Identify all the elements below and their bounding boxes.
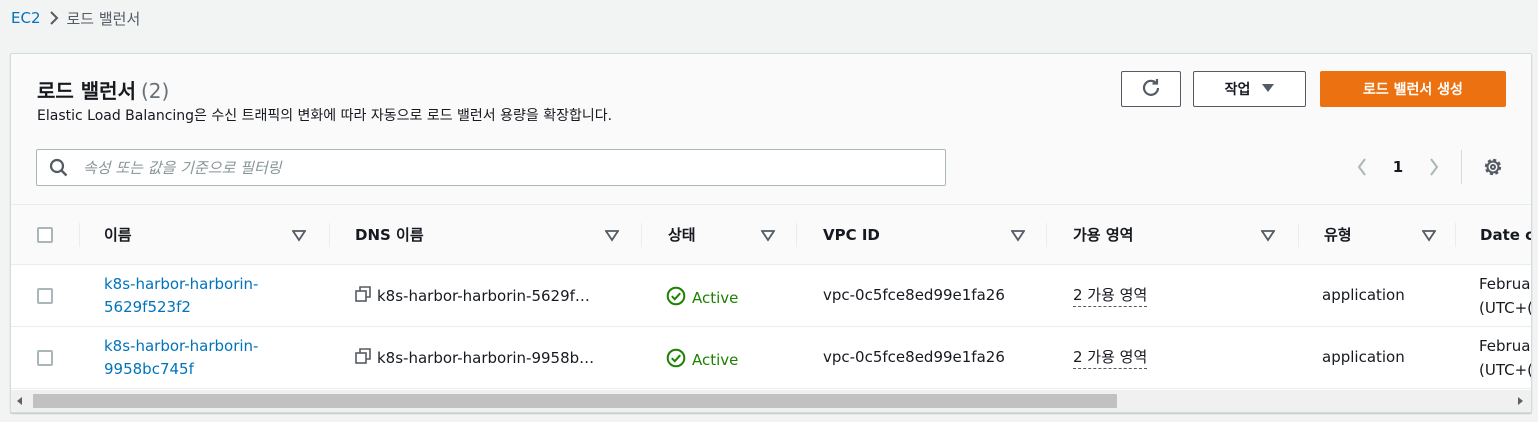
- vpc-id-cell: vpc-0c5fce8ed99e1fa26: [823, 286, 1005, 304]
- column-header-availability-zones[interactable]: 가용 영역: [1073, 205, 1298, 264]
- name-line: k8s-harbor-harborin-: [104, 337, 259, 355]
- refresh-button[interactable]: [1121, 71, 1181, 107]
- search-icon: [49, 157, 71, 179]
- title-text: 로드 밸런서: [37, 79, 136, 103]
- date-line: Februa: [1479, 275, 1531, 293]
- load-balancer-name-link[interactable]: k8s-harbor-harborin- 5629f523f2: [104, 273, 258, 319]
- select-all-checkbox[interactable]: [37, 227, 53, 243]
- load-balancer-name-link[interactable]: k8s-harbor-harborin- 9958bc745f: [104, 335, 258, 381]
- chevron-right-icon[interactable]: [1423, 154, 1445, 180]
- chevron-left-icon[interactable]: [1351, 154, 1373, 180]
- column-divider: [796, 223, 797, 247]
- status-text: Active: [692, 351, 739, 369]
- name-line: 5629f523f2: [104, 298, 191, 316]
- column-divider: [79, 223, 80, 247]
- sort-caret-icon: [604, 228, 620, 246]
- date-line: (UTC+(: [1479, 299, 1532, 317]
- column-divider: [329, 223, 330, 247]
- column-label: 상태: [668, 226, 696, 244]
- filter-search-box[interactable]: [36, 149, 946, 186]
- sort-caret-icon: [1010, 228, 1026, 246]
- page-title: 로드 밸런서 (2): [37, 75, 169, 104]
- breadcrumb-ec2-link[interactable]: EC2: [11, 9, 41, 27]
- name-line: 9958bc745f: [104, 360, 194, 378]
- table-header: 이름 DNS 이름 상태 VPC ID 가용 영역 유형 Date c: [11, 204, 1532, 265]
- horizontal-scrollbar[interactable]: [11, 390, 1531, 412]
- column-label: DNS 이름: [355, 226, 424, 244]
- pagination-divider: [1461, 150, 1462, 184]
- gear-icon[interactable]: [1482, 156, 1504, 178]
- check-circle-icon: [666, 348, 686, 372]
- page-description: Elastic Load Balancing은 수신 트래픽의 변화에 따라 자…: [37, 108, 613, 124]
- dns-name-text: k8s-harbor-harborin-9958b…: [377, 349, 595, 367]
- column-label: 가용 영역: [1073, 226, 1134, 244]
- column-header-name[interactable]: 이름: [104, 205, 329, 264]
- item-count: (2): [140, 79, 170, 103]
- filter-search-input[interactable]: [81, 157, 945, 178]
- load-balancer-panel: 로드 밸런서 (2) Elastic Load Balancing은 수신 트래픽…: [10, 53, 1532, 413]
- dns-name-cell: k8s-harbor-harborin-9958b…: [355, 348, 594, 368]
- column-header-status[interactable]: 상태: [668, 205, 796, 264]
- column-header-type[interactable]: 유형: [1324, 205, 1455, 264]
- chevron-right-icon: [41, 11, 67, 25]
- date-line: (UTC+(: [1479, 361, 1532, 379]
- status-text: Active: [692, 289, 739, 307]
- row-checkbox[interactable]: [37, 350, 53, 366]
- panel-header: 로드 밸런서 (2) Elastic Load Balancing은 수신 트래픽…: [11, 54, 1531, 204]
- create-load-balancer-button[interactable]: 로드 밸런서 생성: [1320, 71, 1506, 107]
- column-divider: [641, 223, 642, 247]
- sort-caret-icon: [291, 228, 307, 246]
- date-created-cell: Februa (UTC+(: [1479, 334, 1532, 382]
- availability-zones-popover[interactable]: 2 가용 영역: [1073, 346, 1148, 369]
- refresh-icon: [1141, 77, 1161, 101]
- status-badge: Active: [666, 348, 738, 372]
- column-divider: [1298, 223, 1299, 247]
- column-header-date-created[interactable]: Date c: [1480, 205, 1532, 264]
- row-checkbox[interactable]: [37, 288, 53, 304]
- dns-name-text: k8s-harbor-harborin-5629f…: [377, 287, 590, 305]
- column-divider: [1455, 223, 1456, 247]
- type-cell: application: [1322, 286, 1405, 304]
- breadcrumb-current: 로드 밸런서: [66, 9, 141, 28]
- breadcrumb: EC2 로드 밸런서: [11, 6, 140, 30]
- column-header-dns[interactable]: DNS 이름: [355, 205, 641, 264]
- availability-zones-popover[interactable]: 2 가용 영역: [1073, 284, 1148, 307]
- column-divider: [1046, 223, 1047, 247]
- copy-icon[interactable]: [355, 286, 371, 306]
- column-label: 이름: [104, 226, 132, 244]
- date-created-cell: Februa (UTC+(: [1479, 272, 1532, 320]
- caret-down-icon: [1262, 81, 1275, 97]
- dns-name-cell: k8s-harbor-harborin-5629f…: [355, 286, 590, 306]
- scroll-left-icon[interactable]: [13, 394, 27, 408]
- current-page-number[interactable]: 1: [1373, 158, 1423, 176]
- column-label: Date c: [1480, 225, 1532, 244]
- sort-caret-icon: [1421, 228, 1437, 246]
- scroll-right-icon[interactable]: [1513, 394, 1527, 408]
- pagination: 1: [1351, 154, 1445, 180]
- name-line: k8s-harbor-harborin-: [104, 275, 259, 293]
- sort-caret-icon: [760, 228, 776, 246]
- scrollbar-thumb[interactable]: [33, 394, 1117, 408]
- vpc-id-cell: vpc-0c5fce8ed99e1fa26: [823, 348, 1005, 366]
- table-row[interactable]: k8s-harbor-harborin- 9958bc745f k8s-harb…: [11, 327, 1532, 389]
- check-circle-icon: [666, 286, 686, 310]
- column-label: 유형: [1324, 226, 1352, 244]
- copy-icon[interactable]: [355, 348, 371, 368]
- date-line: Februa: [1479, 337, 1531, 355]
- status-badge: Active: [666, 286, 738, 310]
- sort-caret-icon: [1260, 228, 1276, 246]
- column-header-vpc-id[interactable]: VPC ID: [823, 205, 1046, 264]
- table-row[interactable]: k8s-harbor-harborin- 5629f523f2 k8s-harb…: [11, 265, 1532, 327]
- type-cell: application: [1322, 348, 1405, 366]
- actions-label: 작업: [1224, 82, 1251, 98]
- actions-dropdown-button[interactable]: 작업: [1193, 71, 1306, 107]
- column-label: VPC ID: [823, 225, 880, 244]
